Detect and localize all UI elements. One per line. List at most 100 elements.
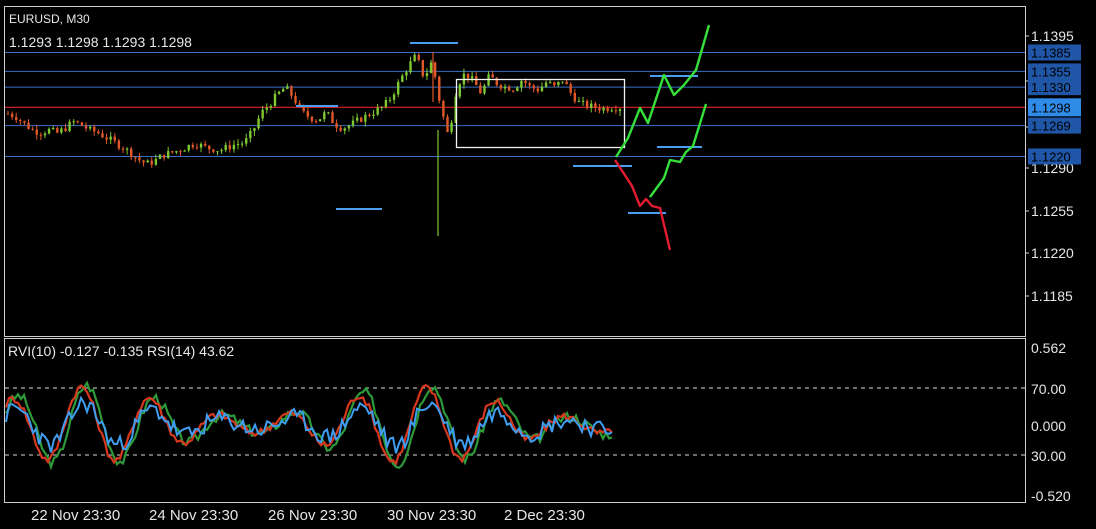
candle-body [548, 82, 552, 84]
candle-body [610, 110, 613, 112]
candle-body [51, 128, 55, 130]
candle-body [224, 144, 227, 151]
candle-body [417, 54, 420, 61]
indicator-tick-label: 30.00 [1031, 448, 1066, 464]
candle-body [220, 150, 223, 152]
candle-body [380, 106, 383, 108]
candle-body [253, 128, 256, 131]
price-tick-label: 1.1255 [1031, 203, 1074, 219]
candle-body [475, 76, 478, 86]
level-tag-label: 1.1220 [1031, 149, 1071, 164]
candle-body [171, 151, 174, 153]
candle-body [397, 81, 400, 95]
candle-body [598, 107, 601, 111]
level-tag-label: 1.1385 [1031, 46, 1071, 61]
candle-body [536, 88, 540, 92]
candle-body [331, 112, 334, 124]
candle-body [35, 129, 38, 135]
candle-body [388, 99, 392, 101]
price-tick-label: 1.1395 [1031, 28, 1074, 44]
candle-body [327, 112, 330, 114]
current-price-tag: 1.1298 [1031, 100, 1071, 115]
rsi-line [5, 395, 613, 454]
candle-body [43, 133, 47, 136]
candle-body [281, 89, 285, 92]
candle-body [565, 81, 568, 85]
candle-body [594, 103, 597, 108]
projection-down [613, 159, 672, 251]
candle-body [339, 127, 342, 131]
candle-body [590, 103, 593, 109]
candle-body [335, 123, 338, 128]
candle-body [376, 107, 379, 115]
time-tick-label: 22 Nov 23:30 [31, 507, 120, 524]
indicator-tick-label: 0.562 [1031, 340, 1066, 356]
candle-body [72, 121, 75, 123]
candle-body [491, 74, 494, 78]
candle-body [10, 113, 14, 118]
rvi-signal-line [4, 383, 613, 466]
candle-body [544, 82, 548, 87]
time-tick-label: 2 Dec 23:30 [504, 507, 585, 524]
candle-body [540, 86, 544, 92]
candle-body [47, 128, 51, 134]
candle-body [614, 110, 618, 112]
candle-body [392, 94, 396, 100]
candle-body [421, 60, 425, 77]
candle-body [347, 125, 351, 129]
candle-body [162, 154, 166, 159]
candle-body [23, 120, 26, 123]
candle-body [273, 93, 277, 107]
candle-body [76, 121, 80, 123]
price-level-lines [5, 52, 1025, 157]
candle-body [364, 114, 367, 122]
candle-body [257, 118, 260, 129]
candle-body [142, 160, 145, 163]
indicator-axis: 0.562 70.00 0.000 30.00 -0.520 [1031, 340, 1071, 504]
candle-body [232, 144, 236, 150]
candle-body [372, 114, 375, 116]
candle-body [495, 77, 498, 86]
candle-body [208, 145, 211, 150]
candle-body [93, 126, 96, 132]
chart-canvas: 1.13951.13601.13251.12901.12551.12201.11… [4, 6, 1081, 524]
candle-body [97, 131, 100, 134]
candle-body [306, 111, 310, 117]
candle-body [199, 143, 203, 148]
candle-body [249, 130, 252, 139]
candle-body [261, 109, 264, 119]
candle-body [585, 100, 589, 109]
candle-body [520, 80, 523, 88]
candle-body [121, 148, 125, 150]
candle-body [528, 83, 531, 86]
candle-body [450, 122, 453, 132]
candle-body [618, 109, 622, 112]
candle-body [154, 158, 158, 165]
candle-body [323, 112, 326, 120]
candle-body [524, 80, 527, 84]
candle-body [425, 73, 429, 77]
level-tag-label: 1.1355 [1031, 64, 1071, 79]
candle-body [355, 117, 359, 121]
candle-body [240, 143, 244, 145]
candle-body [581, 100, 585, 102]
candle-body [343, 128, 347, 131]
candle-body [269, 106, 273, 108]
candle-body [117, 140, 121, 149]
candle-body [245, 138, 248, 144]
candle-body [479, 85, 482, 94]
candle-body [401, 75, 404, 82]
candle-body [216, 151, 219, 153]
candle-body [458, 84, 462, 97]
candle-body [60, 128, 63, 133]
candle-body [212, 149, 215, 153]
candle-body [15, 117, 18, 120]
candle-body [179, 151, 182, 153]
time-tick-label: 30 Nov 23:30 [387, 507, 476, 524]
candle-body [68, 121, 71, 131]
candle-body [438, 76, 441, 101]
indicator-tick-label: 0.000 [1031, 418, 1066, 434]
candle-body [483, 85, 486, 94]
candle-body [175, 151, 178, 153]
candle-body [532, 85, 535, 89]
